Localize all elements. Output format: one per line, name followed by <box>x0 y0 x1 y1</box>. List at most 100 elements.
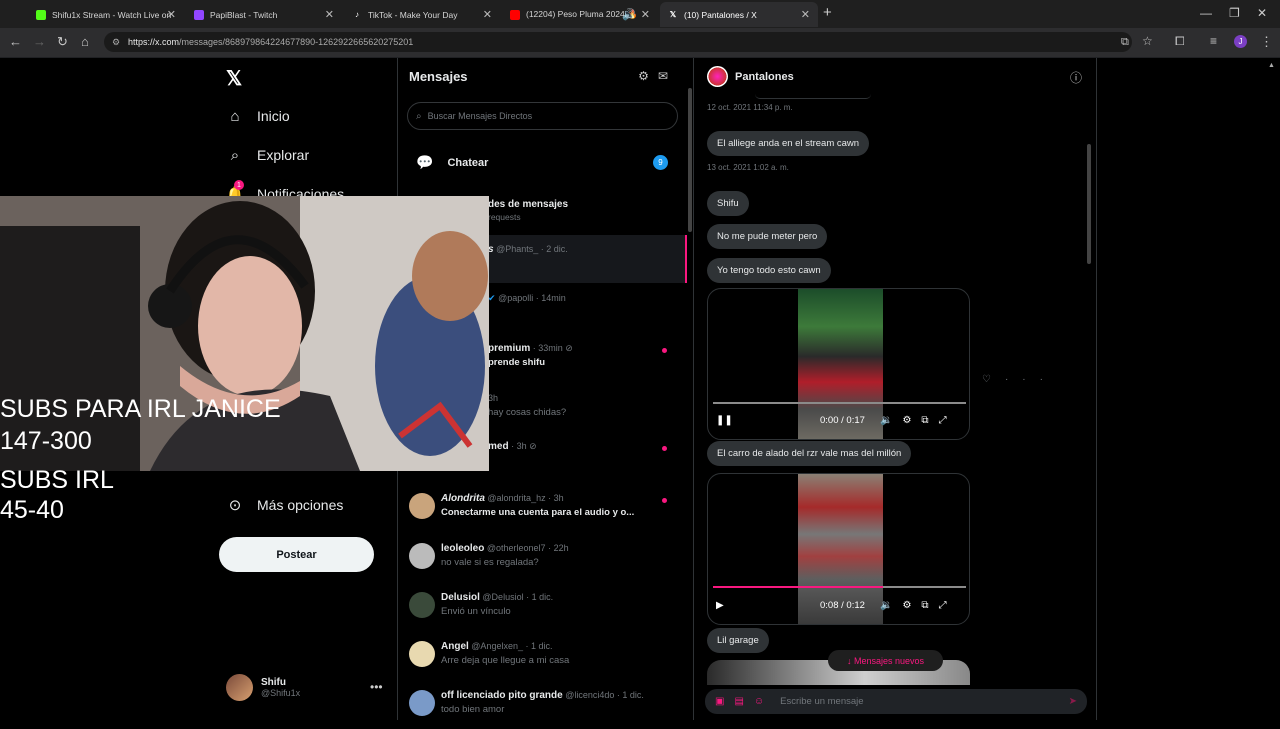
video-player[interactable]: ▶ 0:08 / 0:12 🔉⚙⧉⤢ <box>707 473 970 625</box>
window-close-icon[interactable]: ✕ <box>1257 6 1267 20</box>
conversation-header[interactable]: Pantalones <box>707 66 794 87</box>
close-icon[interactable]: ✕ <box>801 8 810 21</box>
account-more-icon[interactable]: ••• <box>370 680 383 694</box>
conversation-item[interactable]: Delusiol @Delusiol · 1 dic. Envió un vín… <box>398 583 687 631</box>
conversation-preview: prende shifu <box>488 357 546 368</box>
new-tab-icon[interactable]: + <box>823 4 832 21</box>
url-path: /messages/868979864224677890-12629226656… <box>179 37 414 47</box>
video-progress[interactable] <box>713 402 966 404</box>
maximize-icon[interactable]: ❐ <box>1229 6 1240 20</box>
page-scroll-up-icon[interactable]: ▲ <box>1268 62 1276 82</box>
conversation-preview: todo bien amor <box>441 704 505 715</box>
url-host: https://x.com <box>128 37 180 47</box>
x-logo-icon: 𝕏 <box>669 10 677 19</box>
nav-more[interactable]: ⊙ Más opciones <box>226 496 344 514</box>
message-bubble[interactable]: Lil garage <box>707 628 769 653</box>
bookmark-star-icon[interactable]: ☆ <box>1142 34 1153 48</box>
image-icon[interactable]: ▣ <box>715 696 724 707</box>
message-bubble[interactable]: No me pude meter pero <box>707 224 828 249</box>
close-icon[interactable]: ✕ <box>483 8 492 21</box>
conversation-item[interactable]: Angel @Angelxen_ · 1 dic. Arre deja que … <box>398 632 687 680</box>
avatar <box>409 592 435 618</box>
video-player[interactable]: ❚❚ 0:00 / 0:17 🔉⚙⧉⤢ <box>707 288 970 440</box>
conversation-meta: Delusiol @Delusiol · 1 dic. <box>441 592 554 603</box>
tab-x[interactable]: 𝕏 (10) Pantalones / X ✕ <box>660 2 818 27</box>
tiktok-icon: ♪ <box>355 10 359 19</box>
x-logo-icon[interactable]: 𝕏 <box>226 66 242 91</box>
dm-search-input[interactable]: ⌕ Buscar Mensajes Directos <box>407 102 678 130</box>
profile-icon[interactable]: J <box>1234 35 1247 48</box>
avatar <box>707 66 728 87</box>
post-button[interactable]: Postear <box>219 537 374 572</box>
volume-icon[interactable]: 🔉 <box>880 600 902 611</box>
conversation-meta: s @Phants_ · 2 dic. <box>488 244 568 255</box>
video-progress-fill <box>713 586 883 588</box>
message-requests-sub: requests <box>488 212 521 222</box>
avatar <box>226 674 253 701</box>
play-icon[interactable]: ▶ <box>716 600 724 611</box>
conversation-preview: Envió un vínculo <box>441 606 511 617</box>
message-bubble[interactable]: El alliege anda en el stream cawn <box>707 131 870 156</box>
site-info-icon[interactable]: ⚙ <box>112 37 120 48</box>
new-message-icon[interactable]: ✉ <box>658 69 677 83</box>
conversation-item[interactable]: leoleoleo @otherleonel7 · 22h no vale si… <box>398 534 687 582</box>
more-circle-icon: ⊙ <box>228 497 242 514</box>
install-icon[interactable]: ⧉ <box>1121 36 1129 49</box>
new-messages-button[interactable]: ↓ Mensajes nuevos <box>828 650 943 671</box>
close-icon[interactable]: ✕ <box>167 8 176 21</box>
message-bubble[interactable]: Yo tengo todo esto cawn <box>707 258 831 283</box>
more-icon[interactable]: ··· <box>1005 374 1057 385</box>
tab-tiktok[interactable]: ♪ TikTok - Make Your Day ✕ <box>344 2 500 27</box>
gif-icon[interactable]: ▤ <box>734 696 743 707</box>
tab-twitch[interactable]: PapiBlast - Twitch ✕ <box>186 2 342 27</box>
video-time: 0:08 / 0:12 <box>820 600 865 611</box>
close-icon[interactable]: ✕ <box>641 8 650 21</box>
pip-icon[interactable]: ⧉ <box>921 600 938 611</box>
user-name: Shifu <box>261 677 286 688</box>
fullscreen-icon[interactable]: ⤢ <box>939 600 957 611</box>
minimize-icon[interactable]: — <box>1200 6 1212 20</box>
conversation-preview: Arre deja que llegue a mi casa <box>441 655 570 666</box>
message-requests-title[interactable]: des de mensajes <box>488 199 568 210</box>
dm-list-scrollbar[interactable] <box>688 88 692 232</box>
account-switcher[interactable]: Shifu @Shifu1x <box>226 674 300 701</box>
home-page-icon[interactable]: ⌂ <box>81 34 89 49</box>
message-bubble[interactable]: El carro de alado del rzr vale mas del m… <box>707 441 912 466</box>
send-icon[interactable]: ➤ <box>1069 696 1077 707</box>
conversation-scrollbar[interactable] <box>1087 144 1091 264</box>
unread-dot <box>662 498 667 503</box>
pip-icon[interactable]: ⧉ <box>921 415 938 426</box>
react-icon[interactable]: ♡ <box>982 374 1005 385</box>
conversation-preview: Conectarme una cuenta para el audio y o.… <box>441 507 635 518</box>
tab-youtube[interactable]: (12204) Peso Pluma 2024 🔥 🔊 ✕ <box>502 2 658 27</box>
overlay-text: 147-300 <box>0 427 92 455</box>
url-field[interactable]: ⚙ https://x.com/messages/868979864224677… <box>104 32 1132 52</box>
emoji-icon[interactable]: ☺ <box>754 696 764 707</box>
conversation-item[interactable]: off licenciado pito grande @licenci4do ·… <box>398 681 687 729</box>
conversation-item[interactable]: Alondrita @alondrita_hz · 3h Conectarme … <box>398 484 687 532</box>
message-bubble[interactable]: Shifu <box>707 191 749 216</box>
nav-home[interactable]: ⌂ Inicio <box>226 107 289 125</box>
tab-kick[interactable]: Shifu1x Stream - Watch Live on ✕ <box>28 2 184 27</box>
video-progress[interactable] <box>713 586 966 588</box>
settings-icon[interactable]: ⚙ <box>638 69 658 83</box>
settings-icon[interactable]: ⚙ <box>902 600 921 611</box>
forward-icon[interactable]: → <box>33 34 46 49</box>
nav-explore[interactable]: ⌕ Explorar <box>226 146 309 164</box>
conversation-meta: off licenciado pito grande @licenci4do ·… <box>441 690 644 701</box>
close-icon[interactable]: ✕ <box>325 8 334 21</box>
home-icon: ⌂ <box>230 107 240 125</box>
avatar <box>409 641 435 667</box>
settings-icon[interactable]: ⚙ <box>902 415 921 426</box>
info-icon[interactable]: ⓘ <box>1070 69 1082 86</box>
chat-row[interactable]: 💬 Chatear 9 <box>416 154 676 171</box>
menu-icon[interactable]: ⋮ <box>1260 34 1273 50</box>
fullscreen-icon[interactable]: ⤢ <box>939 415 957 426</box>
extensions-icon[interactable]: ⧠ <box>1175 34 1185 49</box>
media-icon[interactable]: ≡ <box>1210 34 1217 48</box>
back-icon[interactable]: ← <box>9 34 22 49</box>
reload-icon[interactable]: ↻ <box>57 34 68 50</box>
pause-icon[interactable]: ❚❚ <box>716 415 733 426</box>
volume-icon[interactable]: 🔉 <box>880 415 902 426</box>
message-composer[interactable]: ▣ ▤ ☺ Escribe un mensaje ➤ <box>705 689 1087 714</box>
